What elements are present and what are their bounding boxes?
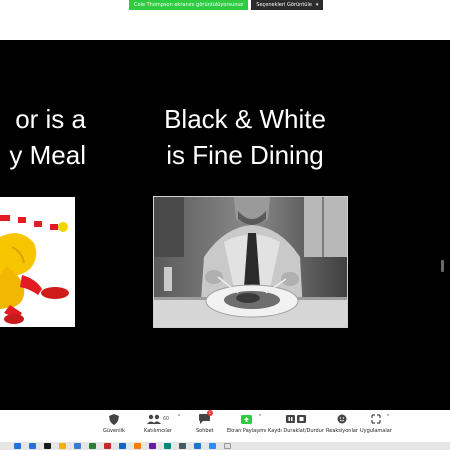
clown-mascot-image — [0, 197, 75, 327]
security-button[interactable]: Güvenlik — [103, 413, 125, 434]
participants-count: 60 — [163, 416, 169, 422]
screen-share-banner: Cole Thompson ekranını görüntülüyorsunuz… — [129, 0, 324, 10]
reactions-button[interactable]: Reaksiyonlar — [326, 413, 358, 434]
zoom-icon[interactable] — [194, 443, 201, 449]
apps-icon — [370, 413, 382, 425]
splitter-handle[interactable] — [441, 260, 444, 272]
chat-label: Sohbet — [196, 428, 214, 434]
shield-icon — [108, 413, 120, 425]
recording-label: Kaydı Duraklat/Durdur — [268, 428, 324, 434]
app-icon[interactable] — [179, 443, 186, 449]
os-taskbar — [0, 442, 450, 450]
powerpoint-icon[interactable] — [104, 443, 111, 449]
participants-icon: 60 — [146, 413, 170, 425]
slide-right-line1: Black & White — [164, 104, 326, 134]
fine-dining-image — [153, 196, 348, 328]
slide-left-heading: or is a y Meal — [9, 101, 86, 173]
share-screen-icon — [241, 413, 253, 425]
task-view-icon[interactable] — [44, 443, 51, 449]
recording-controls[interactable]: Kaydı Duraklat/Durdur — [268, 413, 324, 434]
word-icon[interactable] — [119, 443, 126, 449]
slide-left-line2: y Meal — [9, 140, 86, 170]
shared-screen-area: or is a y Meal Black & White is Fine Din… — [0, 40, 450, 410]
pause-stop-icon — [285, 413, 307, 425]
share-screen-label: Ekran Paylaşımı — [227, 428, 267, 434]
slide-right-heading: Black & White is Fine Dining — [145, 101, 345, 173]
view-options-button[interactable]: Seçenekleri Görüntüle ▾ — [251, 0, 324, 10]
view-options-label: Seçenekleri Görüntüle — [256, 2, 312, 8]
top-banner: Cole Thompson ekranını görüntülüyorsunuz… — [0, 0, 450, 10]
participants-label: Katılımcılar — [144, 428, 172, 434]
file-explorer-icon[interactable] — [59, 443, 66, 449]
chat-button[interactable]: 1 Sohbet — [196, 410, 214, 434]
meeting-toolbar: Güvenlik 60 Katılımcılar ^ 1 Sohbet Ekra… — [0, 410, 450, 442]
edge-browser-icon[interactable] — [74, 443, 81, 449]
participants-button[interactable]: 60 Katılımcılar — [144, 413, 172, 434]
apps-options-chevron-up-icon[interactable]: ^ — [387, 414, 389, 420]
participants-options-chevron-up-icon[interactable]: ^ — [178, 414, 180, 420]
sharing-status-label: Cole Thompson ekranını görüntülüyorsunuz — [129, 0, 249, 10]
share-options-chevron-up-icon[interactable]: ^ — [259, 414, 261, 420]
chat-icon: 1 — [199, 410, 213, 425]
app-icon[interactable] — [224, 443, 231, 449]
slide-right-line2: is Fine Dining — [166, 140, 324, 170]
excel-icon[interactable] — [89, 443, 96, 449]
security-label: Güvenlik — [103, 428, 125, 434]
apps-label: Uygulamalar — [360, 428, 392, 434]
app-icon[interactable] — [134, 443, 141, 449]
chevron-down-icon: ▾ — [315, 2, 319, 8]
app-icon[interactable] — [164, 443, 171, 449]
chat-unread-badge: 1 — [206, 410, 213, 416]
slide-left-line1: or is a — [15, 104, 86, 134]
teams-icon[interactable] — [149, 443, 156, 449]
search-icon[interactable] — [29, 443, 36, 449]
reactions-label: Reaksiyonlar — [326, 428, 358, 434]
windows-start-icon[interactable] — [14, 443, 21, 449]
zoom-meeting-icon[interactable] — [209, 443, 216, 449]
smile-plus-icon — [336, 413, 348, 425]
